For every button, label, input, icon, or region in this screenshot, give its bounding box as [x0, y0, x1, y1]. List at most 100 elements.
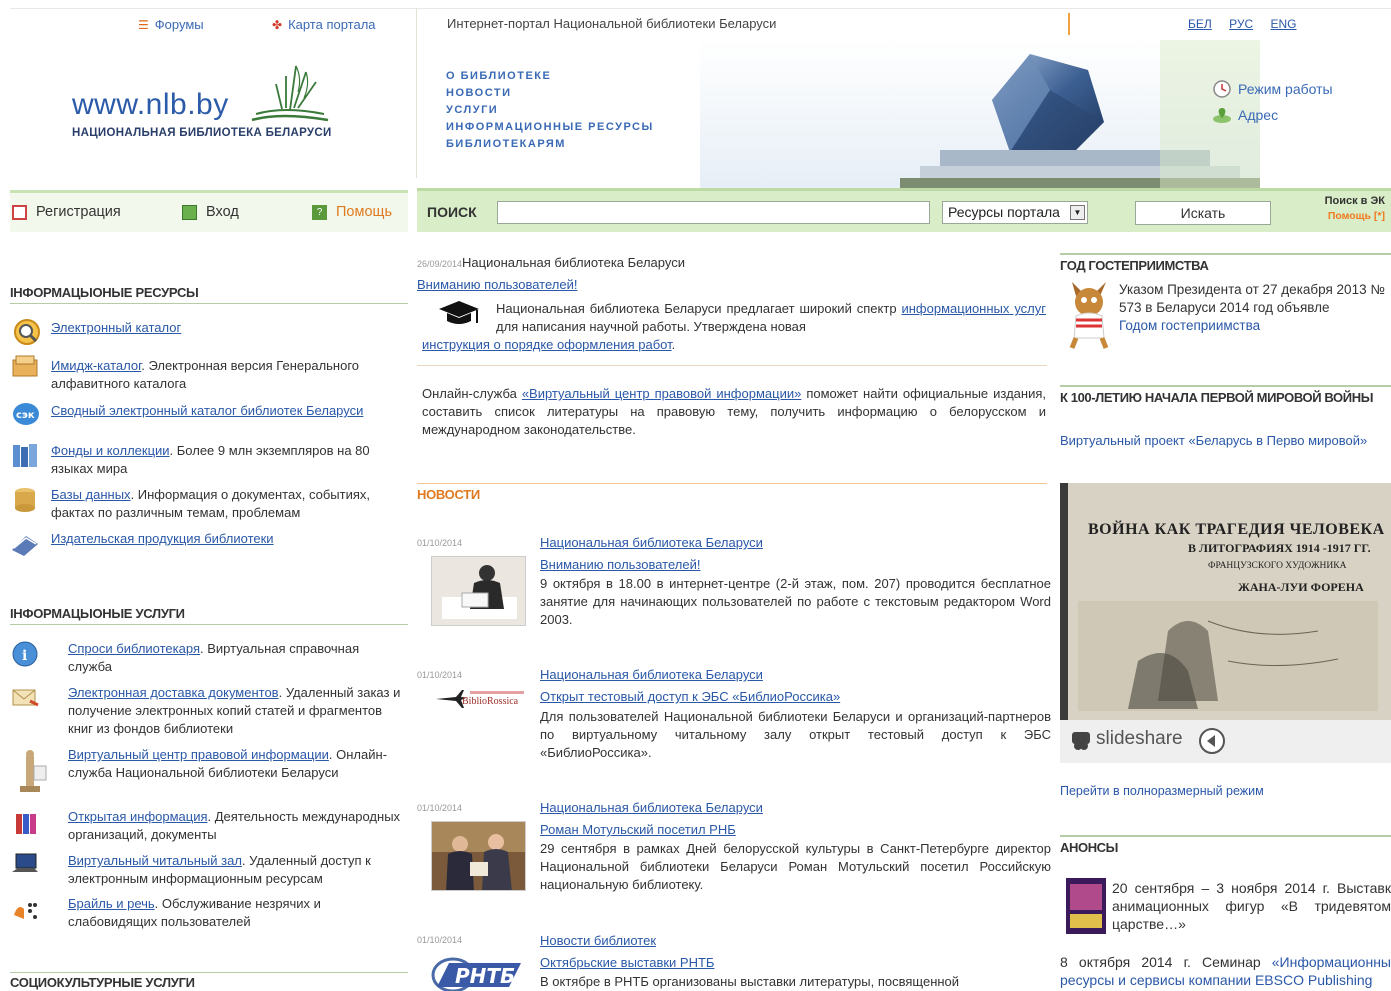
list-item: Базы данных. Информация о документах, со…	[51, 486, 406, 522]
menu-resources[interactable]: ИНФОРМАЦИОННЫЕ РЕСУРСЫ	[446, 121, 654, 138]
ek-search-link[interactable]: Поиск в ЭК	[1325, 195, 1385, 207]
list-item: Электронная доставка документов. Удаленн…	[68, 684, 403, 738]
book-logo-icon	[251, 65, 329, 122]
slideshare-brand: slideshare	[1096, 728, 1183, 749]
resource-link[interactable]: Базы данных	[51, 487, 131, 502]
forums-link[interactable]: ☰ Форумы	[138, 17, 204, 32]
announcement-2-text: 8 октября 2014 г. Семинар	[1060, 954, 1272, 970]
search-input[interactable]	[497, 201, 930, 224]
list-item: Брайль и речь. Обслуживание незрячих и с…	[68, 895, 403, 931]
rntb-logo[interactable]: РНТБ	[431, 953, 526, 991]
hospitality-year-heading: ГОД ГОСТЕПРИИМСТВА	[1060, 253, 1391, 273]
login-label: Вход	[206, 204, 239, 220]
top-nav: ☰ Форумы ✤ Карта портала	[10, 9, 417, 41]
news-title-link[interactable]: Вниманию пользователей!	[540, 557, 700, 572]
search-scope-value: Ресурсы портала	[948, 204, 1060, 220]
news-heading: НОВОСТИ	[417, 487, 480, 502]
service-link[interactable]: Виртуальный читальный зал	[68, 853, 242, 868]
news-title-link[interactable]: Роман Мотульский посетил РНБ	[540, 822, 736, 837]
ek-help-link[interactable]: Помощь [*]	[1325, 210, 1385, 222]
search-scope-select[interactable]: Ресурсы портала ▼	[942, 201, 1088, 224]
slide-subtitle: ФРАНЦУЗСКОГО ХУДОЖНИКА	[1208, 561, 1347, 571]
lithograph-illustration	[1078, 601, 1378, 711]
lang-eng[interactable]: ENG	[1270, 17, 1296, 31]
instruction-link[interactable]: инструкция о порядке оформления работ	[422, 337, 672, 352]
register-link[interactable]: Регистрация	[12, 204, 121, 220]
portal-title: Интернет-портал Национальной библиотеки …	[447, 16, 777, 31]
ww1-project-link[interactable]: Виртуальный проект «Беларусь в Перво мир…	[1060, 432, 1391, 450]
work-hours-link[interactable]: Режим работы	[1212, 76, 1333, 102]
resource-link[interactable]: Имидж-каталог	[51, 358, 141, 373]
announcements-heading: АНОНСЫ	[1060, 835, 1391, 855]
address-link[interactable]: Адрес	[1212, 102, 1333, 128]
menu-news[interactable]: НОВОСТИ	[446, 87, 654, 104]
divider	[417, 365, 1047, 366]
site-logo[interactable]: www.nlb.by	[72, 88, 229, 122]
help-link[interactable]: ? Помощь	[312, 204, 392, 220]
resource-link[interactable]: Издательская продукция библиотеки	[51, 531, 274, 546]
news-org-link[interactable]: Новости библиотек	[540, 933, 656, 948]
menu-librarians[interactable]: БИБЛИОТЕКАРЯМ	[446, 138, 654, 155]
login-link[interactable]: Вход	[182, 204, 239, 220]
news-org-link[interactable]: Национальная библиотека Беларуси	[540, 535, 763, 550]
mascot-image[interactable]	[1062, 280, 1116, 350]
ek-search: Поиск в ЭК Помощь [*]	[1325, 195, 1385, 222]
portal-map-link[interactable]: ✤ Карта портала	[272, 17, 376, 32]
bibliorossica-text: BiblioRossica	[462, 696, 519, 707]
list-item: Фонды и коллекции. Более 9 млн экземпляр…	[51, 442, 401, 478]
info-links: Режим работы Адрес	[1212, 76, 1333, 128]
list-item: Виртуальный читальный зал. Удаленный дос…	[68, 852, 403, 888]
news-title-link[interactable]: Октябрьские выставки РНТБ	[540, 955, 714, 970]
resources-heading: ІНФОРМАЦЫОНЫЕ РЕСУРСЫ	[10, 285, 408, 304]
announcement-poster-image[interactable]	[1066, 878, 1106, 934]
legal-text-1: Онлайн-служба	[422, 386, 522, 401]
news-org-link[interactable]: Национальная библиотека Беларуси	[540, 800, 763, 815]
news-thumbnail[interactable]	[431, 556, 526, 626]
service-link[interactable]: Электронная доставка документов	[68, 685, 279, 700]
help-icon: ?	[312, 204, 327, 220]
resource-link[interactable]: Электронный каталог	[51, 320, 181, 335]
register-label: Регистрация	[36, 204, 121, 220]
notice-title-link[interactable]: Вниманию пользователей!	[417, 277, 577, 292]
envelope-icon	[12, 689, 39, 707]
news-title-link[interactable]: Открыт тестовый доступ к ЭБС «БиблиоРосс…	[540, 689, 840, 704]
list-icon: ☰	[138, 18, 149, 32]
lang-rus[interactable]: РУС	[1229, 17, 1253, 31]
resource-link[interactable]: Фонды и коллекции	[51, 443, 170, 458]
menu-about[interactable]: О БИБЛИОТЕКЕ	[446, 70, 654, 87]
resource-link[interactable]: Сводный электронный каталог библиотек Бе…	[51, 403, 363, 418]
divider	[1068, 13, 1070, 35]
fullscreen-link[interactable]: Перейти в полноразмерный режим	[1060, 784, 1264, 798]
hospitality-link[interactable]: Годом гостеприимства	[1119, 318, 1260, 333]
notice-text-3: .	[671, 337, 676, 352]
list-item: Виртуальный центр правовой информации. О…	[68, 746, 403, 782]
chevron-down-icon: ▼	[1070, 205, 1085, 220]
search-label: ПОИСК	[427, 204, 477, 220]
divider	[416, 8, 417, 178]
news-org-link[interactable]: Национальная библиотека Беларуси	[540, 667, 763, 682]
info-icon: i	[12, 641, 38, 667]
person-reading-image	[432, 557, 525, 625]
service-link[interactable]: Виртуальный центр правовой информации	[68, 747, 329, 762]
legal-center-link[interactable]: «Виртуальный центр правовой информации»	[522, 386, 802, 401]
list-item: Спроси библиотекаря. Виртуальная справоч…	[68, 640, 403, 676]
news-thumbnail[interactable]	[431, 821, 526, 891]
notice-date: 26/09/2014	[417, 259, 463, 269]
bibliorossica-logo[interactable]: BiblioRossica	[434, 688, 526, 710]
service-link[interactable]: Спроси библиотекаря	[68, 641, 200, 656]
service-link[interactable]: Открытая информация	[68, 809, 208, 824]
books-icon	[13, 444, 37, 467]
language-switcher: БЕЛ РУС ENG	[1188, 17, 1311, 31]
info-services-link[interactable]: информационных услуг	[901, 301, 1046, 316]
slideshare-embed[interactable]: ВОЙНА КАК ТРАГЕДИЯ ЧЕЛОВЕКА В ЛИТОГРАФИЯ…	[1060, 483, 1391, 763]
service-link[interactable]: Брайль и речь	[68, 896, 155, 911]
lang-bel[interactable]: БЕЛ	[1188, 17, 1212, 31]
svg-text:сэк: сэк	[16, 410, 35, 421]
search-button[interactable]: Искать	[1135, 201, 1271, 225]
divider	[417, 483, 1047, 484]
play-prev-icon[interactable]	[1198, 727, 1226, 755]
publications-icon	[12, 536, 38, 556]
news-date: 01/10/2014	[417, 538, 463, 548]
menu-services[interactable]: УСЛУГИ	[446, 104, 654, 121]
ww1-heading: К 100-ЛЕТИЮ НАЧАЛА ПЕРВОЙ МИРОВОЙ ВОЙНЫ	[1060, 385, 1391, 405]
